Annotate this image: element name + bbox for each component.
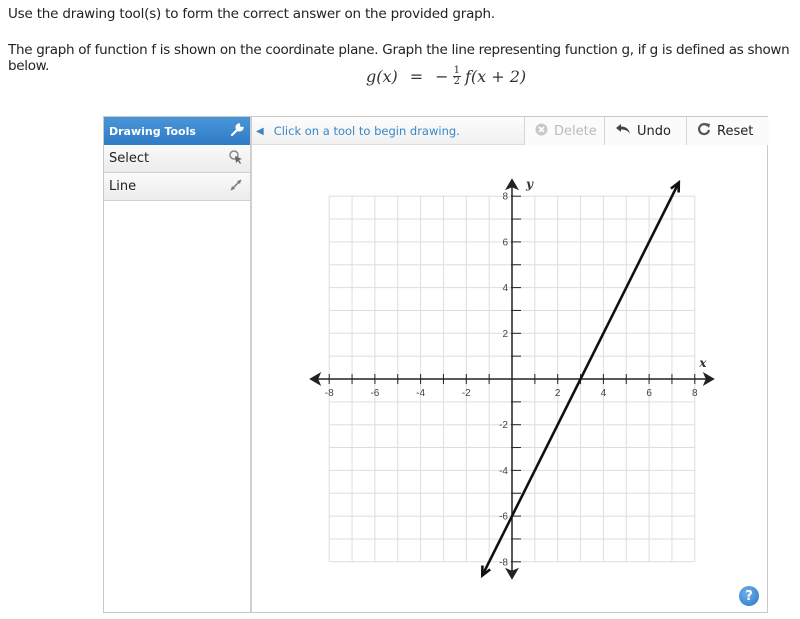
instruction-text: Use the drawing tool(s) to form the corr… [8,6,495,22]
y-tick-label: -2 [499,420,508,431]
formula-lhs: g(x) [366,67,398,86]
drawing-widget: Drawing Tools Select Line ◀ Click on a t… [103,116,769,613]
y-tick-label: 6 [502,237,508,248]
fraction-denominator: 2 [453,76,460,87]
x-tick-label: 8 [692,388,698,399]
x-axis-label: x [698,356,707,370]
x-tick-label: -2 [462,388,471,399]
x-tick-label: -8 [325,388,334,399]
coordinate-plane[interactable]: -8 -6 -4 -2 2 4 6 8 8 6 4 2 -2 -4 -6 -8 x y [104,117,767,612]
y-tick-label: -4 [499,466,508,477]
y-tick-label: 8 [502,192,508,203]
formula-equals: = [409,67,424,86]
function-formula: g(x) = − 1 2 f(x + 2) [366,66,526,87]
x-tick-label: 2 [555,388,561,399]
x-tick-label: 4 [601,388,607,399]
x-tick-label: -6 [370,388,379,399]
help-button[interactable]: ? [739,586,759,606]
y-tick-label: -6 [499,512,508,523]
formula-rhs: f(x + 2) [464,67,527,86]
x-tick-label: -4 [416,388,425,399]
formula-sign: − [435,67,449,86]
y-tick-label: -8 [499,557,508,568]
y-tick-label: 4 [502,283,508,294]
y-axis-label: y [525,177,534,191]
x-tick-label: 6 [646,388,652,399]
formula-fraction: 1 2 [452,66,461,87]
y-tick-label: 2 [502,329,508,340]
